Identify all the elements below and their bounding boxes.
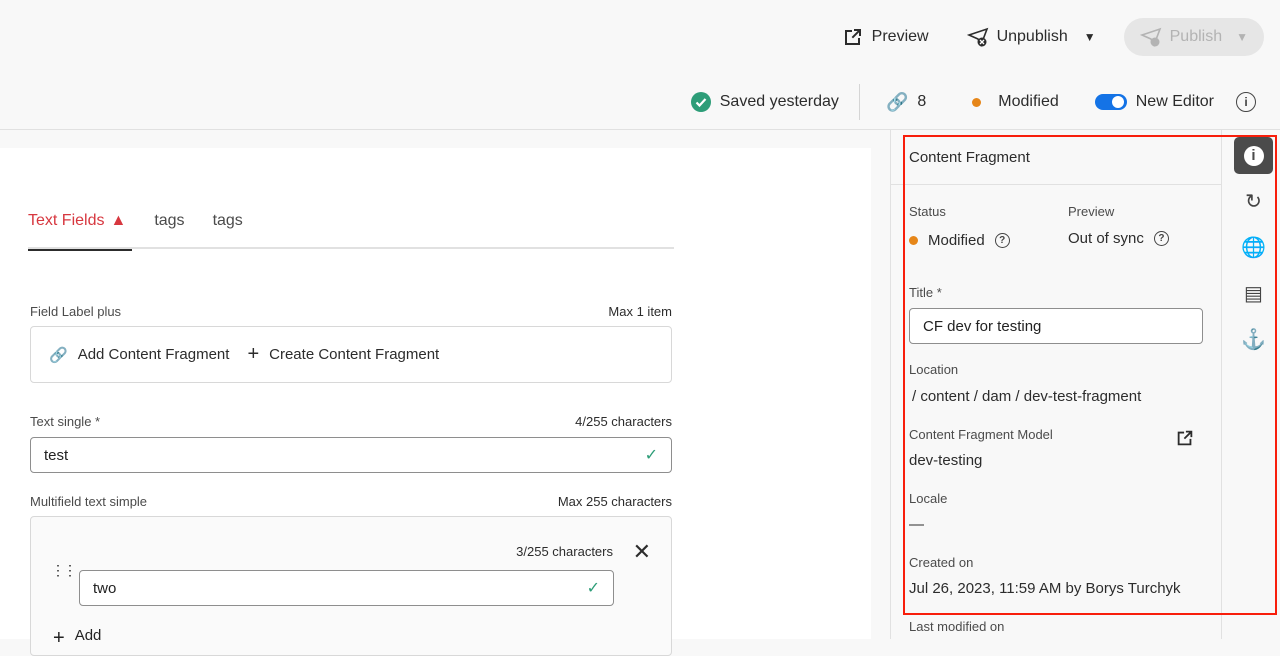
chevron-down-icon: ▼ <box>1083 30 1096 44</box>
location-label: Location <box>909 362 959 377</box>
multifield-box: 3/255 characters ✕ ⋮⋮ two ✓ + Add <box>30 516 672 656</box>
status-value: Modified ? <box>909 232 1010 249</box>
info-icon[interactable]: i <box>1236 92 1256 112</box>
tab-label: tags <box>212 212 243 229</box>
open-model-icon[interactable] <box>1175 428 1195 453</box>
field-meta: Max 1 item <box>608 304 672 319</box>
checkmark-icon: ✓ <box>586 580 600 597</box>
saved-text: Saved yesterday <box>719 93 839 110</box>
add-content-fragment-button[interactable]: 🔗 Add Content Fragment <box>49 346 229 364</box>
publish-icon <box>1139 27 1161 47</box>
preview-label: Preview <box>871 28 929 45</box>
status-label: Status <box>909 204 946 219</box>
input-value: test <box>44 446 69 464</box>
field-label: Multifield text simple <box>30 494 148 509</box>
save-status: Saved yesterday <box>690 92 839 112</box>
help-icon[interactable]: ? <box>1153 231 1169 246</box>
model-value: dev-testing <box>909 452 983 469</box>
globe-icon[interactable]: 🌐 <box>1234 229 1273 266</box>
tab-bar: Text Fields ▲ tags tags <box>28 204 674 251</box>
status-dot <box>972 97 982 107</box>
editor-main: Text Fields ▲ tags tags Field Label plus… <box>0 148 871 656</box>
history-icon[interactable]: ↻ <box>1234 183 1273 220</box>
properties-panel: Content Fragment Status Modified ? Previ… <box>890 130 1222 639</box>
char-count: 4/255 characters <box>575 414 672 429</box>
field-label: Text single * <box>30 414 101 429</box>
status-text: Modified <box>998 93 1059 110</box>
preview-button[interactable]: Preview <box>830 18 941 56</box>
new-editor-toggle[interactable]: New Editor <box>1094 93 1214 111</box>
panel-title: Content Fragment <box>891 130 1221 185</box>
tab-tags[interactable]: tags <box>154 204 184 249</box>
cf-reference-box: 🔗 Add Content Fragment + Create Content Fr… <box>30 326 672 383</box>
preview-value: Out of sync ? <box>1068 230 1169 247</box>
chevron-down-icon: ▼ <box>1236 30 1248 44</box>
unpublish-button[interactable]: Unpublish ▼ <box>955 18 1108 56</box>
checkmark-icon: ✓ <box>644 447 658 464</box>
created-value: Jul 26, 2023, 11:59 AM by Borys Turchyk <box>909 580 1181 597</box>
tab-label: tags <box>154 212 185 229</box>
preview-text: Out of sync <box>1068 230 1144 247</box>
side-rail: i ↻ 🌐 ▤ ⚓ <box>1222 130 1280 639</box>
text-single-input[interactable]: test ✓ <box>30 437 672 473</box>
input-value: two <box>93 579 117 597</box>
tab-text-fields[interactable]: Text Fields ▲ <box>28 204 133 251</box>
locale-value: — <box>909 516 924 533</box>
info-icon[interactable]: i <box>1234 137 1273 174</box>
references-button[interactable]: 🔗 8 <box>886 92 926 113</box>
unpublish-icon <box>966 27 988 47</box>
char-count: 3/255 characters <box>516 544 613 559</box>
publish-label: Publish <box>1169 28 1223 45</box>
plus-icon: + <box>247 343 260 365</box>
status-indicator: Modified <box>972 93 1059 111</box>
bed-icon[interactable]: ▤ <box>1234 275 1273 312</box>
link-icon: 🔗 <box>885 91 909 112</box>
close-icon[interactable]: ✕ <box>633 539 651 565</box>
tab-label: Text Fields <box>28 212 105 229</box>
anchor-icon[interactable]: ⚓ <box>1234 321 1273 358</box>
created-label: Created on <box>909 555 974 570</box>
checkmark-circle-icon <box>690 92 711 112</box>
new-editor-label: New Editor <box>1135 93 1214 110</box>
divider <box>858 84 860 120</box>
location-value: / content / dam / dev-test-fragment <box>912 388 1142 405</box>
help-icon[interactable]: ? <box>994 233 1010 248</box>
unpublish-label: Unpublish <box>996 28 1068 45</box>
last-modified-label: Last modified on <box>909 619 1005 634</box>
title-label: Title * <box>909 285 942 300</box>
multifield-item-input[interactable]: two ✓ <box>79 570 614 606</box>
create-cf-label: Create Content Fragment <box>269 346 440 363</box>
field-label: Field Label plus <box>30 304 122 319</box>
preview-label: Preview <box>1068 204 1115 219</box>
model-label: Content Fragment Model <box>909 427 1053 442</box>
publish-button[interactable]: Publish ▼ <box>1123 18 1264 56</box>
external-link-icon <box>844 29 861 45</box>
alert-icon: ▲ <box>110 212 127 229</box>
tab-tags-2[interactable]: tags <box>213 204 243 249</box>
toggle-switch[interactable] <box>1094 94 1127 110</box>
title-input[interactable]: CF dev for testing <box>909 308 1203 344</box>
input-value: CF dev for testing <box>923 317 1042 335</box>
top-toolbar: Preview Unpublish ▼ Publish ▼ Saved yest… <box>0 0 1280 130</box>
add-cf-label: Add Content Fragment <box>77 346 230 363</box>
status-dot <box>909 236 918 245</box>
create-content-fragment-button[interactable]: + Create Content Fragment <box>247 343 439 366</box>
locale-label: Locale <box>909 491 948 506</box>
references-count: 8 <box>917 93 927 110</box>
field-meta: Max 255 characters <box>557 494 672 509</box>
status-text: Modified <box>928 232 985 249</box>
link-icon: 🔗 <box>49 346 68 364</box>
drag-handle-icon[interactable]: ⋮⋮ <box>51 563 77 577</box>
